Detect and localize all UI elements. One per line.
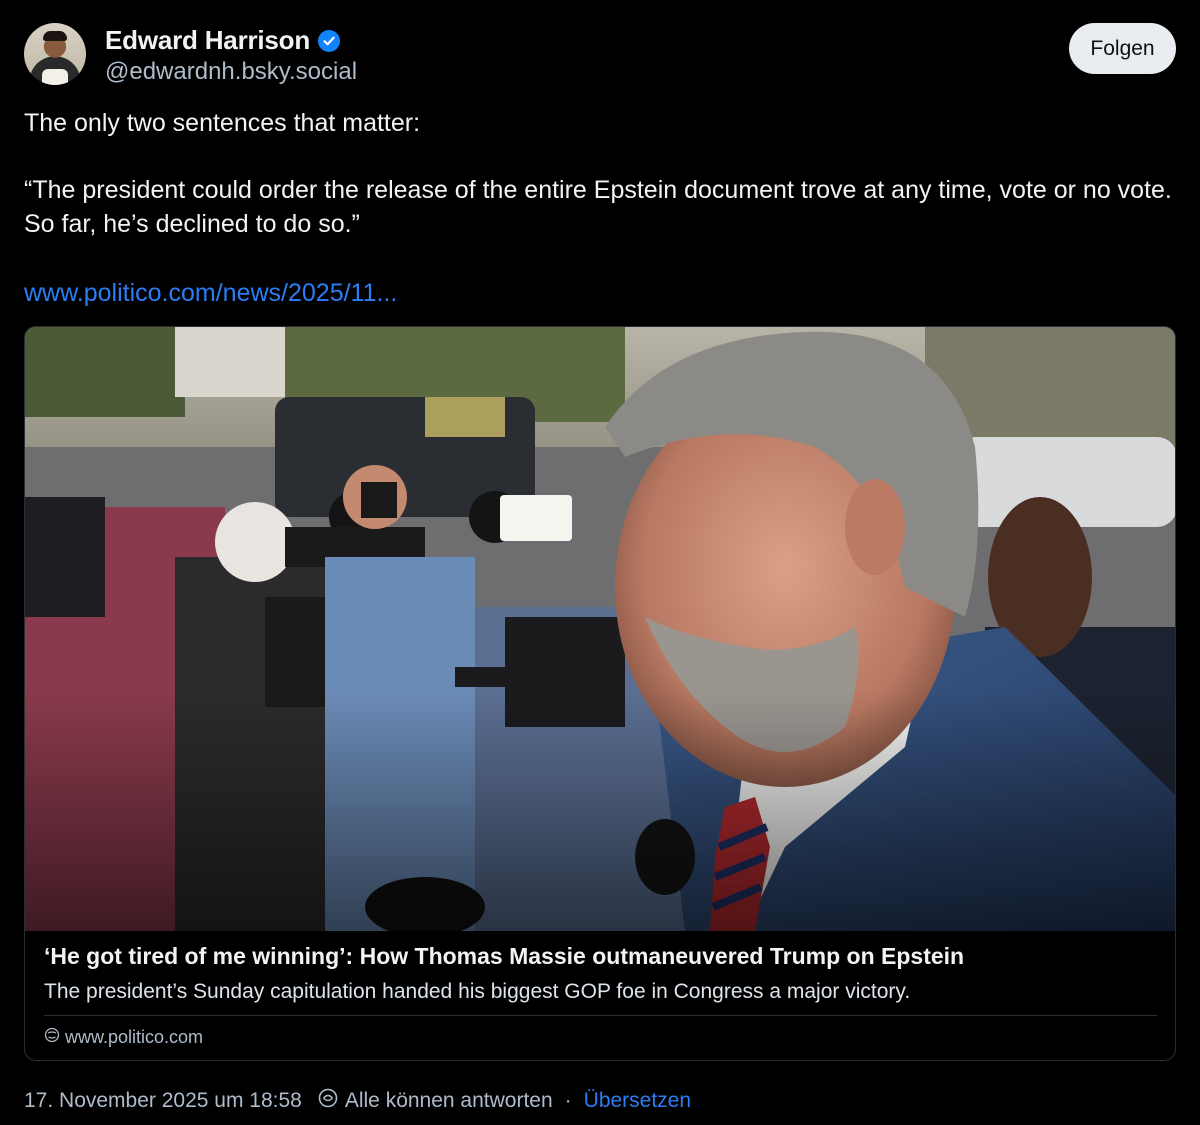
author-name-row: Edward Harrison	[105, 25, 341, 56]
card-title[interactable]: ‘He got tired of me winning’: How Thomas…	[44, 943, 964, 970]
author-handle[interactable]: @edwardnh.bsky.social	[105, 58, 357, 86]
card-domain: www.politico.com	[65, 1027, 204, 1047]
card-description: The president’s Sunday capitulation hand…	[44, 980, 911, 1003]
translate-link[interactable]: Übersetzen	[584, 1089, 691, 1113]
link-preview-card[interactable]: ‘He got tired of me winning’: How Thomas…	[24, 326, 1176, 1061]
card-divider	[44, 1015, 1157, 1016]
post-footer: 17. November 2025 um 18:58 Alle können a…	[24, 1088, 691, 1114]
post-quote: “The president could order the release o…	[24, 176, 1172, 238]
reply-setting: Alle können antworten	[318, 1088, 553, 1114]
globe-icon	[44, 1027, 60, 1048]
post-link[interactable]: www.politico.com/news/2025/11...	[24, 276, 397, 310]
post-header: Edward Harrison @edwardnh.bsky.social Fo…	[24, 22, 1176, 88]
card-domain-row: www.politico.com	[44, 1027, 203, 1048]
avatar[interactable]	[24, 23, 86, 85]
follow-button[interactable]: Folgen	[1069, 23, 1176, 74]
post-text-line: The only two sentences that matter:	[24, 109, 421, 137]
card-image	[25, 327, 1175, 931]
verified-badge-icon	[318, 29, 341, 52]
post-timestamp[interactable]: 17. November 2025 um 18:58	[24, 1089, 302, 1113]
footer-separator: ·	[564, 1089, 572, 1112]
reply-setting-label: Alle können antworten	[344, 1089, 553, 1112]
author-name[interactable]: Edward Harrison	[105, 25, 310, 56]
reply-setting-icon	[318, 1088, 338, 1114]
